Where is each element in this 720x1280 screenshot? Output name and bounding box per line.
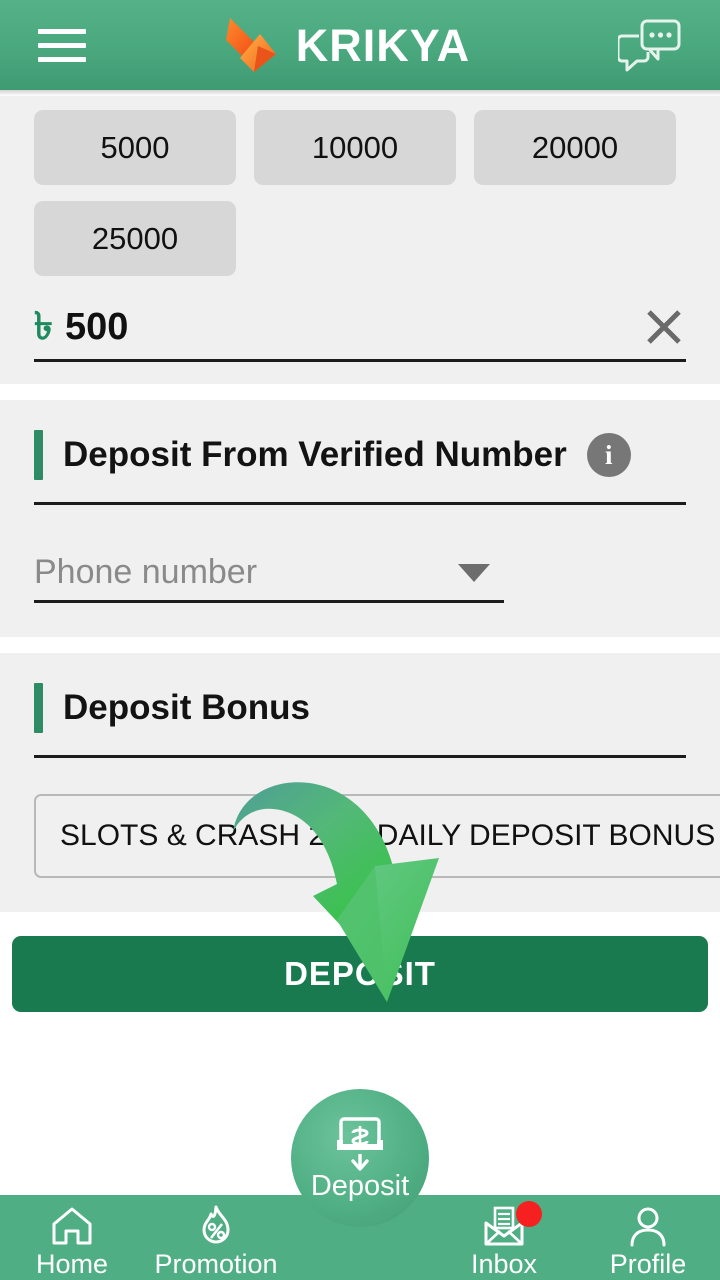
deposit-submit-button[interactable]: DEPOSIT: [12, 936, 708, 1012]
chat-bubbles-icon[interactable]: [617, 18, 682, 72]
hamburger-menu-icon[interactable]: [38, 25, 86, 65]
amount-input-row[interactable]: ৳ 500: [34, 300, 686, 362]
nav-label: Home: [35, 1249, 109, 1279]
nav-item-profile[interactable]: Profile: [576, 1195, 720, 1280]
banknote-download-icon: [337, 1116, 383, 1171]
section-title: Deposit Bonus: [63, 688, 310, 727]
section-title: Deposit From Verified Number: [63, 435, 567, 474]
section-rule: [34, 755, 686, 758]
section-accent-bar: [34, 430, 43, 480]
amount-selection-panel: 5000 10000 20000 25000 ৳ 500: [0, 96, 720, 384]
brand-name: KRIKYA: [295, 19, 471, 71]
section-accent-bar: [34, 683, 43, 733]
deposit-fab-button[interactable]: Deposit: [291, 1089, 429, 1227]
nav-label: Inbox: [470, 1249, 538, 1279]
page-content: 5000 10000 20000 25000 ৳ 500 Deposit Fro…: [0, 96, 720, 1012]
currency-symbol: ৳: [34, 305, 53, 348]
fab-label: Deposit: [310, 1169, 410, 1202]
amount-chip-row-1: 5000 10000 20000: [0, 110, 720, 185]
krikya-logo-icon: [225, 18, 276, 72]
phone-number-select[interactable]: Phone number: [34, 545, 504, 603]
nav-item-promotion[interactable]: Promotion: [144, 1195, 288, 1280]
close-x-icon[interactable]: [642, 305, 686, 349]
panel-divider: [0, 384, 720, 400]
amount-chip-row-2: 25000: [0, 201, 720, 276]
nav-label: Profile: [609, 1249, 687, 1279]
deposit-bonus-header: Deposit Bonus: [0, 683, 720, 733]
verified-number-panel: Deposit From Verified Number i Phone num…: [0, 400, 720, 637]
brand: KRIKYA: [224, 14, 470, 76]
amount-chip[interactable]: 20000: [474, 110, 676, 185]
inbox-badge: [516, 1201, 542, 1227]
bonus-select[interactable]: SLOTS & CRASH 20% DAILY DEPOSIT BONUS - …: [34, 794, 720, 878]
amount-chip[interactable]: 5000: [34, 110, 236, 185]
app-header: KRIKYA: [0, 0, 720, 90]
nav-item-inbox[interactable]: Inbox: [432, 1195, 576, 1280]
person-icon: [630, 1207, 666, 1247]
nav-label: Promotion: [154, 1249, 278, 1279]
amount-chip[interactable]: 25000: [34, 201, 236, 276]
phone-number-placeholder: Phone number: [34, 553, 258, 591]
verified-number-header: Deposit From Verified Number i: [0, 430, 720, 480]
home-icon: [52, 1207, 92, 1245]
nav-item-home[interactable]: Home: [0, 1195, 144, 1280]
chevron-down-icon: [458, 563, 490, 582]
flame-percent-icon: [202, 1205, 230, 1244]
amount-input-value: 500: [64, 305, 129, 348]
header-shadow: [0, 90, 720, 96]
deposit-button-container: DEPOSIT: [0, 912, 720, 1012]
deposit-bonus-panel: Deposit Bonus SLOTS & CRASH 20% DAILY DE…: [0, 653, 720, 912]
amount-chip[interactable]: 10000: [254, 110, 456, 185]
amount-value-group: ৳ 500: [34, 308, 128, 346]
panel-divider: [0, 637, 720, 653]
info-icon[interactable]: i: [586, 433, 631, 477]
section-rule: [34, 502, 686, 505]
